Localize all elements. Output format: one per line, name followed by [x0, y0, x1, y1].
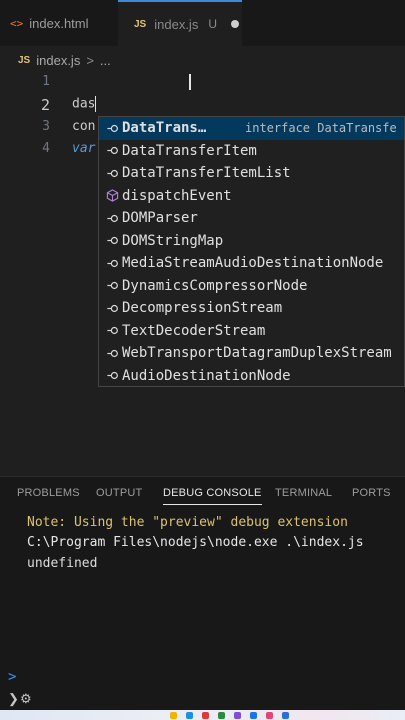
interface-icon — [105, 166, 119, 180]
suggestion-label: TextDecoderStream — [122, 322, 266, 339]
suggestion-label: DataTransferItemList — [122, 165, 291, 182]
suggestion-item[interactable]: AudioDestinationNode — [99, 365, 404, 387]
html-icon: <> — [10, 16, 24, 30]
line-number: 3 — [42, 119, 50, 134]
app-icon[interactable] — [202, 712, 209, 719]
line-number: 2 — [40, 96, 50, 114]
app-icon[interactable] — [282, 712, 289, 719]
bottom-panel: PROBLEMS OUTPUT DEBUG CONSOLE TERMINAL P… — [0, 476, 405, 720]
editor-tab-bar: <> index.html JS index.js U — [0, 0, 405, 46]
code-line[interactable]: das — [72, 96, 97, 112]
suggestion-item[interactable]: MediaStreamAudioDestinationNode — [99, 252, 404, 275]
suggestion-label: AudioDestinationNode — [122, 367, 291, 384]
suggestion-label: WebTransportDatagramDuplexStream — [122, 345, 392, 362]
console-prompt[interactable]: > — [8, 669, 16, 685]
interface-icon — [105, 211, 119, 225]
autocomplete-suggestions: DataTrans… interface DataTransfe DataTrans… — [98, 116, 405, 387]
interface-icon — [105, 279, 119, 293]
tab-problems[interactable]: PROBLEMS — [17, 487, 80, 499]
suggestion-item[interactable]: DataTrans… interface DataTransfe — [99, 117, 404, 140]
interface-icon — [105, 324, 119, 338]
suggestion-label: DecompressionStream — [122, 300, 283, 317]
code-text: das — [72, 96, 96, 112]
suggestion-label: DynamicsCompressorNode — [122, 277, 308, 294]
js-icon: JS — [18, 54, 31, 66]
tab-label: index.html — [29, 15, 89, 31]
interface-icon — [105, 301, 119, 315]
breadcrumb-separator: > — [86, 52, 94, 68]
suggestion-item[interactable]: WebTransportDatagramDuplexStream — [99, 342, 404, 365]
text-cursor-icon — [187, 74, 193, 90]
app-icon[interactable] — [234, 712, 241, 719]
breadcrumb-more[interactable]: ... — [100, 53, 111, 68]
tab-ports[interactable]: PORTS — [352, 487, 391, 499]
breadcrumb-file[interactable]: index.js — [36, 53, 80, 68]
suggestion-item[interactable]: DataTransferItemList — [99, 162, 404, 185]
interface-icon — [105, 121, 119, 135]
folder-icon[interactable] — [170, 712, 177, 719]
suggestion-label: DataTrans… — [122, 120, 207, 137]
suggestion-item[interactable]: DataTransferItem — [99, 140, 404, 163]
suggestion-label: DOMParser — [122, 210, 198, 227]
line-number: 4 — [42, 141, 50, 156]
line-number: 1 — [42, 74, 50, 89]
code-line[interactable]: var — [72, 141, 95, 156]
interface-icon — [105, 144, 119, 158]
debug-icon[interactable]: ⚙ — [20, 691, 32, 707]
suggestion-item[interactable]: dispatchEvent — [99, 185, 404, 208]
method-cube-icon — [105, 189, 119, 203]
console-output: undefined — [27, 556, 98, 571]
tab-debug-console[interactable]: DEBUG CONSOLE — [163, 487, 262, 505]
tab-terminal[interactable]: TERMINAL — [275, 487, 332, 499]
suggestion-detail: interface DataTransfe — [245, 121, 397, 136]
suggestion-label: MediaStreamAudioDestinationNode — [122, 255, 384, 272]
tab-label: index.js — [154, 16, 199, 32]
app-icon[interactable] — [218, 712, 225, 719]
panel-tabs: PROBLEMS OUTPUT DEBUG CONSOLE TERMINAL P… — [0, 477, 405, 513]
suggestion-item[interactable]: DOMParser — [99, 207, 404, 230]
code-line[interactable]: con — [72, 119, 95, 134]
untracked-badge: U — [208, 17, 217, 31]
tab-output[interactable]: OUTPUT — [96, 487, 142, 499]
interface-icon — [105, 234, 119, 248]
suggestion-label: DOMStringMap — [122, 232, 224, 249]
app-icon[interactable] — [266, 712, 273, 719]
interface-icon — [105, 369, 119, 383]
unsaved-dot-icon[interactable] — [230, 20, 239, 28]
edge-icon[interactable] — [186, 712, 193, 719]
interface-icon — [105, 346, 119, 360]
tab-index-html[interactable]: <> index.html — [0, 0, 118, 46]
suggestion-item[interactable]: DOMStringMap — [99, 230, 404, 253]
breadcrumb: JS index.js > ... — [0, 46, 405, 74]
caret — [95, 96, 97, 112]
interface-icon — [105, 256, 119, 270]
suggestion-label: dispatchEvent — [122, 187, 232, 204]
suggestion-item[interactable]: DecompressionStream — [99, 297, 404, 320]
vscode-icon[interactable] — [250, 712, 257, 719]
remote-icon[interactable]: ❯ — [8, 691, 19, 707]
suggestion-label: DataTransferItem — [122, 142, 257, 159]
js-icon: JS — [134, 18, 147, 30]
console-note: Note: Using the "preview" debug extensio… — [27, 515, 348, 530]
os-taskbar — [0, 710, 405, 720]
suggestion-item[interactable]: DynamicsCompressorNode — [99, 275, 404, 298]
tab-index-js[interactable]: JS index.js U — [118, 0, 242, 46]
suggestion-item[interactable]: TextDecoderStream — [99, 320, 404, 343]
console-command: C:\Program Files\nodejs\node.exe .\index… — [27, 535, 364, 550]
